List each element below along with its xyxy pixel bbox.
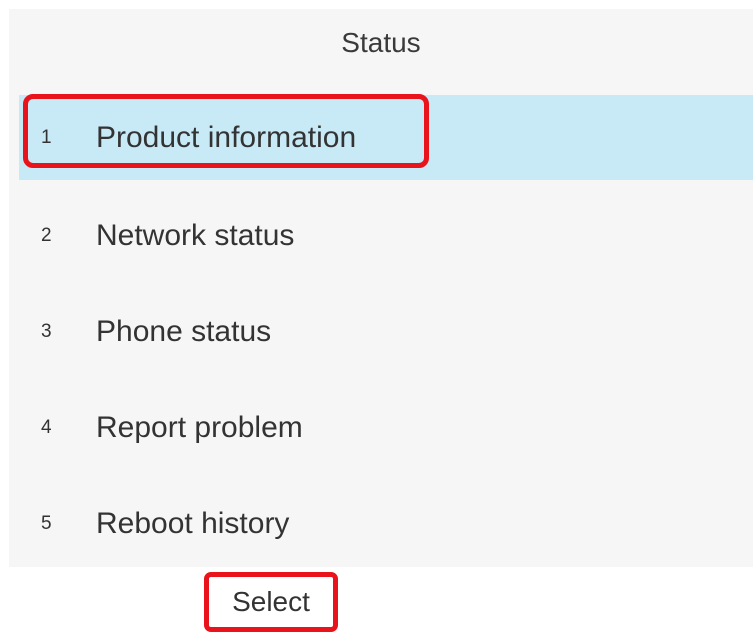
phone-screen: Status 1 Product information 2 Network s… <box>9 9 753 567</box>
menu-item-phone-status[interactable]: 3 Phone status <box>19 289 753 374</box>
screen-title: Status <box>341 27 421 58</box>
menu-item-number: 2 <box>41 225 52 246</box>
menu-item-report-problem[interactable]: 4 Report problem <box>19 385 753 470</box>
menu-item-label: Phone status <box>96 315 272 348</box>
menu-item-number: 4 <box>41 417 52 438</box>
menu-item-label: Network status <box>96 219 295 252</box>
menu-item-number: 3 <box>41 321 52 342</box>
menu-item-product-information[interactable]: 1 Product information <box>19 95 753 180</box>
menu-item-label: Report problem <box>96 411 303 444</box>
menu-item-label: Product information <box>96 121 357 154</box>
menu-item-number: 5 <box>41 513 52 534</box>
select-softkey-button[interactable]: Select <box>204 572 338 632</box>
menu-item-label: Reboot history <box>96 507 290 540</box>
menu-item-network-status[interactable]: 2 Network status <box>19 193 753 278</box>
menu-item-reboot-history[interactable]: 5 Reboot history <box>19 481 753 566</box>
menu-item-number: 1 <box>41 127 52 148</box>
